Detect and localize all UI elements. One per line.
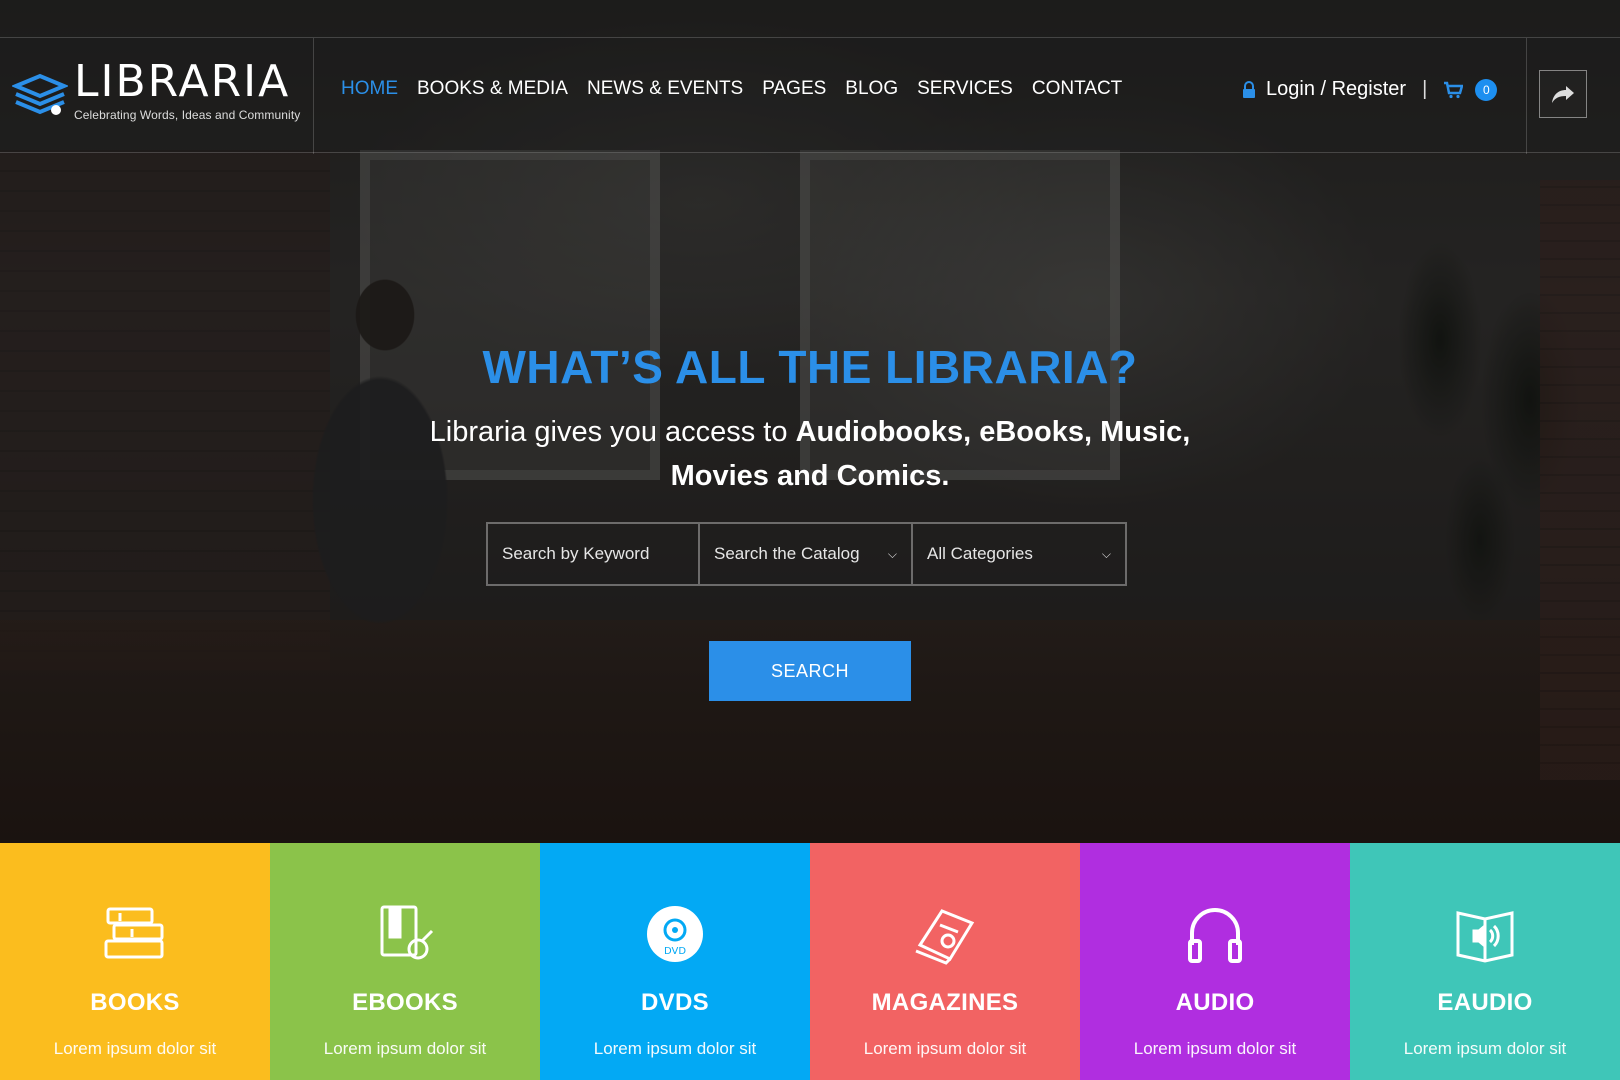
dvd-icon: DVD [647, 906, 703, 962]
category-title: DVDS [641, 989, 709, 1016]
hero-title: WHAT’S ALL THE LIBRARIA? [482, 341, 1138, 393]
hero-subtitle-plain: Libraria gives you access to [429, 416, 796, 448]
catalog-select[interactable]: Search the Catalog ⌵ [700, 524, 913, 584]
header-divider [313, 38, 314, 154]
category-text: Lorem ipsum dolor sit [1403, 1039, 1567, 1058]
category-title: EBOOKS [352, 989, 458, 1016]
nav-blog[interactable]: BLOG [845, 78, 898, 100]
hero-subtitle-bold-1: Audiobooks, eBooks, Music, [795, 416, 1191, 448]
category-text: Lorem ipsum dolor sit [593, 1039, 757, 1058]
chevron-down-icon: ⌵ [887, 546, 897, 561]
ebook-icon [380, 905, 434, 960]
svg-text:DVD: DVD [664, 946, 686, 957]
logo-book-stack-icon [12, 73, 68, 115]
catalog-select-value: Search the Catalog [714, 544, 860, 563]
category-tile-audio[interactable]: AUDIO Lorem ipsum dolor sit [1080, 843, 1350, 1080]
login-register-link[interactable]: Login / Register [1266, 78, 1406, 101]
category-title: BOOKS [90, 989, 180, 1016]
user-area: Login / Register | 0 [1242, 78, 1498, 101]
keyword-placeholder: Search by Keyword [502, 544, 650, 563]
nav-books-media[interactable]: BOOKS & MEDIA [417, 78, 568, 100]
hero-subtitle: Libraria gives you access to Audiobooks,… [420, 410, 1200, 498]
share-arrow-icon [1552, 86, 1574, 103]
search-bar: Search by Keyword Search the Catalog ⌵ A… [486, 522, 1127, 586]
category-text: Lorem ipsum dolor sit [323, 1039, 487, 1058]
nav-home[interactable]: HOME [341, 78, 398, 100]
magazine-icon [915, 909, 975, 965]
nav-contact[interactable]: CONTACT [1032, 78, 1122, 100]
logo[interactable]: LIBRARIA Celebrating Words, Ideas and Co… [12, 60, 307, 132]
category-tile-dvds[interactable]: DVD DVDS Lorem ipsum dolor sit [540, 843, 810, 1080]
brand-name: LIBRARIA [74, 56, 291, 107]
chevron-down-icon: ⌵ [1101, 546, 1111, 561]
category-title: AUDIO [1175, 989, 1255, 1016]
category-select-value: All Categories [927, 544, 1033, 563]
main-nav: HOME BOOKS & MEDIA NEWS & EVENTS PAGES B… [341, 78, 1122, 100]
books-icon [104, 907, 164, 959]
search-button[interactable]: SEARCH [709, 641, 911, 701]
site-header: LIBRARIA Celebrating Words, Ideas and Co… [0, 37, 1620, 154]
lock-icon [1242, 80, 1256, 99]
category-title: MAGAZINES [871, 989, 1019, 1016]
cart-count-badge: 0 [1475, 78, 1498, 101]
category-tiles: BOOKS Lorem ipsum dolor sit EBOOKS Lorem… [0, 843, 1620, 1080]
header-divider-right [1526, 38, 1527, 154]
share-button[interactable] [1539, 70, 1587, 118]
nav-news-events[interactable]: NEWS & EVENTS [587, 78, 743, 100]
brand-tagline: Celebrating Words, Ideas and Community [74, 108, 301, 122]
cart-icon[interactable] [1443, 81, 1464, 99]
category-title: EAUDIO [1437, 989, 1533, 1016]
user-separator: | [1422, 78, 1428, 100]
category-select[interactable]: All Categories ⌵ [913, 524, 1125, 584]
nav-services[interactable]: SERVICES [917, 78, 1013, 100]
category-text: Lorem ipsum dolor sit [1133, 1039, 1297, 1058]
headphones-icon [1188, 908, 1242, 963]
eaudio-book-icon [1456, 911, 1514, 963]
category-tile-eaudio[interactable]: EAUDIO Lorem ipsum dolor sit [1350, 843, 1620, 1080]
hero-subtitle-bold-2: Movies and Comics. [670, 460, 950, 492]
category-tile-magazines[interactable]: MAGAZINES Lorem ipsum dolor sit [810, 843, 1080, 1080]
keyword-search-input[interactable]: Search by Keyword [488, 524, 700, 584]
category-tile-ebooks[interactable]: EBOOKS Lorem ipsum dolor sit [270, 843, 540, 1080]
category-text: Lorem ipsum dolor sit [53, 1039, 217, 1058]
category-tile-books[interactable]: BOOKS Lorem ipsum dolor sit [0, 843, 270, 1080]
category-text: Lorem ipsum dolor sit [863, 1039, 1027, 1058]
nav-pages[interactable]: PAGES [762, 78, 826, 100]
